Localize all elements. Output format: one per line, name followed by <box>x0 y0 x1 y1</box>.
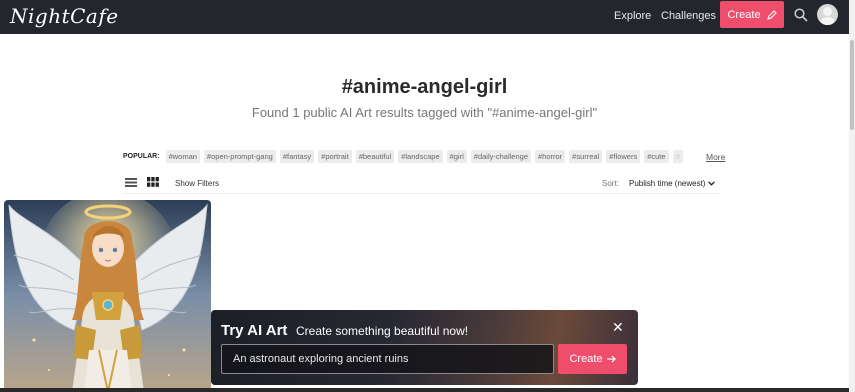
popular-label: POPULAR: <box>123 152 160 160</box>
chevron-down-icon <box>708 181 716 186</box>
tag-chip[interactable]: #open-prompt-gang <box>203 149 276 163</box>
artwork-card[interactable] <box>4 200 211 392</box>
tag-chip[interactable]: #girl <box>446 149 467 163</box>
grid-view-icon[interactable] <box>147 177 159 187</box>
tag-chip[interactable]: #daily-challenge <box>470 149 531 163</box>
nav-explore-link[interactable]: Explore <box>614 10 651 22</box>
popular-tags-row: POPULAR: #woman #open-prompt-gang #fanta… <box>123 149 699 163</box>
show-filters-button[interactable]: Show Filters <box>175 179 219 188</box>
tag-chip[interactable]: #portrait <box>318 149 352 163</box>
sort-dropdown[interactable]: Publish time (newest) <box>629 179 716 188</box>
search-icon[interactable] <box>794 8 808 22</box>
tag-chip[interactable]: # <box>672 149 683 163</box>
close-icon[interactable]: ✕ <box>612 319 624 336</box>
avatar-icon[interactable] <box>817 4 838 25</box>
toolbar-divider <box>123 193 719 194</box>
tag-chip[interactable]: #horror <box>534 149 566 163</box>
promo-create-button[interactable]: Create <box>558 344 627 374</box>
promo-create-label: Create <box>569 353 603 365</box>
sort-label: Sort: <box>602 179 619 188</box>
list-view-icon[interactable] <box>125 178 137 187</box>
nav-challenges-link[interactable]: Challenges <box>661 10 716 22</box>
header-create-button[interactable]: Create <box>720 1 784 28</box>
promo-title: Try AI Art <box>221 322 288 339</box>
page-scrollbar[interactable] <box>849 0 855 392</box>
page-title: #anime-angel-girl <box>341 76 508 98</box>
arrow-right-icon <box>606 355 616 363</box>
sort-value: Publish time (newest) <box>629 179 706 188</box>
anime-angel-girl-artwork <box>4 200 211 392</box>
tag-chip[interactable]: #surreal <box>569 149 603 163</box>
tag-chip[interactable]: #beautiful <box>355 149 395 163</box>
tag-chip[interactable]: #fantasy <box>279 149 315 163</box>
tag-chip[interactable]: #cute <box>644 149 669 163</box>
tag-chip[interactable]: #flowers <box>606 149 641 163</box>
tag-chip[interactable]: #woman <box>165 149 200 163</box>
top-navbar: NightCafe Explore Challenges Create <box>0 0 849 34</box>
promo-subtitle: Create something beautiful now! <box>296 324 469 338</box>
nightcafe-logo[interactable]: NightCafe <box>10 4 119 28</box>
prompt-input[interactable]: An astronaut exploring ancient ruins <box>221 344 554 374</box>
header-create-label: Create <box>727 8 761 21</box>
scrollbar-thumb[interactable] <box>850 40 854 130</box>
more-tags-link[interactable]: More <box>706 152 725 162</box>
pencil-icon <box>766 9 777 20</box>
tag-chip[interactable]: #landscape <box>398 149 443 163</box>
page-subtitle: Found 1 public AI Art results tagged wit… <box>251 105 598 120</box>
bottom-edge <box>0 388 849 392</box>
try-ai-art-popup: Try AI Art Create something beautiful no… <box>211 310 638 385</box>
